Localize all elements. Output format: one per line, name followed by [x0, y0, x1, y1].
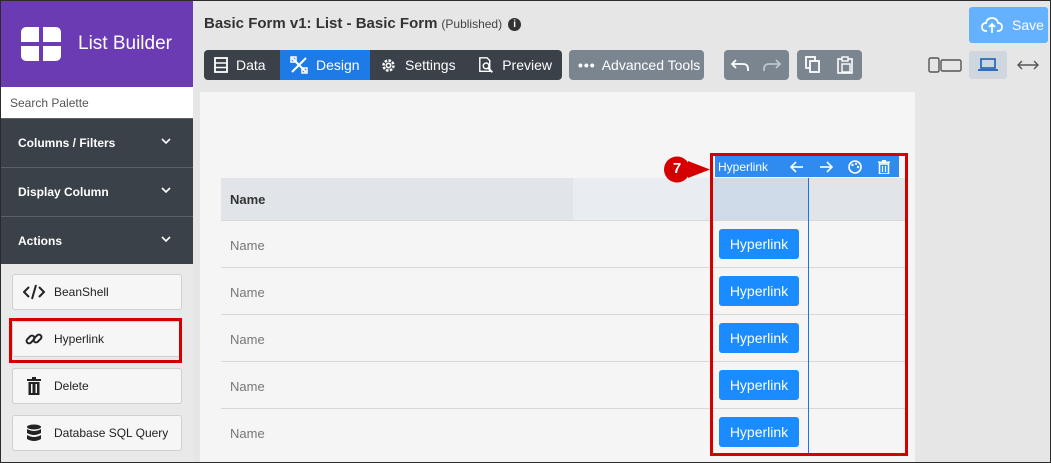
palette-item-label: Database SQL Query — [54, 426, 169, 440]
database-icon — [214, 57, 228, 73]
tab-data[interactable]: Data — [204, 50, 280, 80]
save-label: Save — [1012, 17, 1044, 33]
device-laptop-icon[interactable] — [969, 51, 1007, 79]
code-icon — [23, 282, 45, 302]
palette-item-delete[interactable]: Delete — [12, 368, 182, 404]
page-title: Basic Form v1: List - Basic Form (Publish… — [204, 15, 522, 32]
chevron-down-icon — [161, 187, 171, 194]
advanced-tools-label: Advanced Tools — [601, 57, 701, 73]
section-label: Display Column — [18, 184, 109, 199]
cell-name: Name — [230, 285, 265, 300]
callout-number: 7 — [672, 160, 682, 177]
section-columns-filters[interactable]: Columns / Filters — [1, 118, 193, 166]
save-button[interactable]: Save — [969, 7, 1048, 43]
section-label: Actions — [18, 233, 63, 248]
preview-icon — [479, 57, 494, 73]
advanced-tools-button[interactable]: ••• Advanced Tools — [569, 50, 704, 80]
gear-icon — [382, 58, 395, 72]
palette-item-label: Delete — [54, 379, 89, 393]
highlight-hyperlink-palette — [9, 318, 182, 363]
cell-name: Name — [230, 379, 265, 394]
more-dots-icon: ••• — [578, 57, 596, 73]
app-window: List Builder Columns / Filters Display C… — [0, 0, 1051, 463]
palette-item-database-sql-query[interactable]: Database SQL Query — [12, 415, 182, 451]
section-display-column[interactable]: Display Column — [1, 167, 193, 215]
paste-icon[interactable] — [829, 50, 861, 80]
cell-name: Name — [230, 426, 265, 441]
search-palette-input[interactable] — [1, 87, 193, 118]
expand-width-icon[interactable] — [1011, 51, 1045, 79]
device-tablet-icon[interactable] — [926, 51, 964, 79]
cloud-upload-icon — [981, 17, 1003, 33]
chevron-down-icon — [161, 236, 171, 243]
palette-item-label: BeanShell — [54, 285, 109, 299]
highlight-hyperlink-column — [710, 153, 908, 456]
redo-icon[interactable] — [756, 50, 788, 80]
database-icon — [23, 423, 45, 443]
list-builder-logo-icon — [21, 27, 61, 61]
tab-label: Settings — [405, 57, 456, 73]
trash-icon — [23, 376, 45, 396]
builder-tabs: Data Design Settings Preview — [204, 50, 562, 80]
app-title: List Builder — [78, 33, 172, 54]
section-actions[interactable]: Actions — [1, 216, 193, 264]
status-text: (Published) — [441, 17, 503, 31]
chevron-down-icon — [161, 138, 171, 145]
section-label: Columns / Filters — [18, 135, 116, 150]
sidebar: List Builder Columns / Filters Display C… — [1, 1, 193, 462]
brand-header: List Builder — [1, 1, 193, 87]
cell-name: Name — [230, 238, 265, 253]
tab-label: Design — [316, 57, 360, 73]
design-tools-icon — [290, 56, 308, 74]
column-header-name[interactable]: Name — [230, 192, 265, 207]
palette-items: BeanShell Hyperlink Delete Database SQL … — [1, 264, 193, 462]
copy-icon[interactable] — [797, 50, 829, 80]
tab-label: Preview — [502, 57, 552, 73]
palette-item-beanshell[interactable]: BeanShell — [12, 274, 182, 310]
undo-redo-group — [724, 50, 789, 80]
column-header-empty[interactable] — [573, 178, 713, 220]
tab-label: Data — [236, 57, 266, 73]
undo-icon[interactable] — [724, 50, 756, 80]
form-title: Basic Form v1: List - Basic Form — [204, 15, 438, 32]
copy-paste-group — [797, 50, 862, 80]
cell-name: Name — [230, 332, 265, 347]
tab-preview[interactable]: Preview — [468, 50, 562, 80]
tab-design[interactable]: Design — [280, 50, 370, 80]
tab-settings[interactable]: Settings — [370, 50, 468, 80]
info-icon[interactable]: i — [508, 18, 522, 31]
